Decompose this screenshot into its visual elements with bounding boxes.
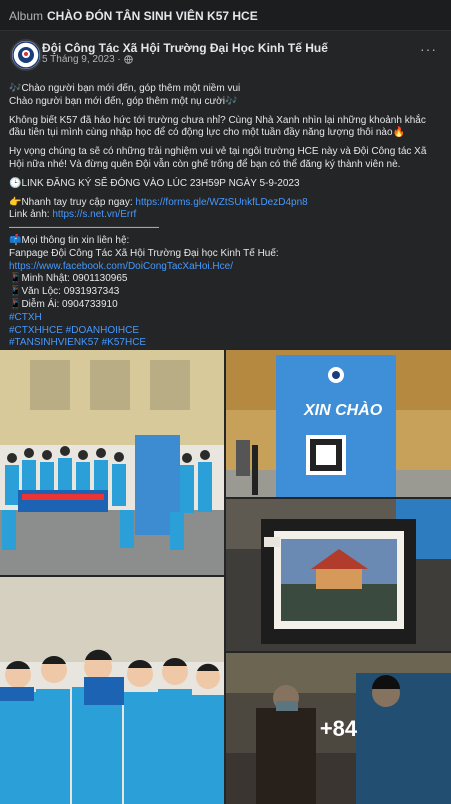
photo-more[interactable]: +84 xyxy=(226,653,451,804)
post-meta: 5 Tháng 9, 2023 · xyxy=(42,54,133,65)
banner-text: XIN CHÀO xyxy=(304,402,383,419)
music-note-icon: 🎶 xyxy=(224,95,238,107)
form-link[interactable]: https://forms.gle/WZtSUnkfLDezD4pn8 xyxy=(135,197,307,208)
text-line: 📱Diễm Ái: 0904733910 xyxy=(9,299,442,312)
album-header: Album CHÀO ĐÓN TÂN SINH VIÊN K57 HCE xyxy=(0,0,451,32)
photo-group-banner[interactable] xyxy=(0,350,224,575)
album-prefix: Album xyxy=(9,9,44,23)
text-line: 📱Minh Nhật: 0901130965 xyxy=(9,273,442,286)
text-l1: Chào người bạn mới đến, góp thêm một niề… xyxy=(21,83,241,94)
text-l6: Nhanh tay truy cập ngay: xyxy=(21,196,133,208)
text-l8: Mọi thông tin xin liên hệ: xyxy=(21,234,130,246)
fire-icon: 🔥 xyxy=(392,127,405,139)
more-photos-count[interactable]: +84 xyxy=(226,653,451,804)
photo-banner-closeup[interactable]: XIN CHÀO xyxy=(226,350,451,497)
text-l5: LINK ĐĂNG KÝ SẼ ĐÓNG VÀO LÚC 23H59P NGÀY… xyxy=(21,177,300,189)
photo-group-selfie[interactable] xyxy=(0,577,224,804)
text-l7: Link ảnh: xyxy=(9,209,50,221)
fanpage-link[interactable]: https://www.facebook.com/DoiCongTacXaHoi… xyxy=(9,261,442,274)
text-line: 📫Mọi thông tin xin liên hệ: xyxy=(9,235,442,248)
page-name[interactable]: Đội Công Tác Xã Hội Trường Đại Học Kinh … xyxy=(42,41,328,55)
post-text: 🎶Chào người bạn mới đến, góp thêm một ni… xyxy=(0,83,451,350)
album-title[interactable]: CHÀO ĐÓN TÂN SINH VIÊN K57 HCE xyxy=(47,9,258,23)
page-logo-icon xyxy=(12,41,40,69)
clock-icon: 🕒 xyxy=(9,177,22,189)
post-card: Đội Công Tác Xã Hội Trường Đại Học Kinh … xyxy=(0,30,451,804)
group-photo-image xyxy=(0,350,224,575)
pointing-hand-icon: 👉 xyxy=(9,196,22,208)
contact-1: Minh Nhật: 0901130965 xyxy=(21,273,128,285)
photo-grid: XIN CHÀO +84 xyxy=(0,350,451,804)
divider: ——————————————— xyxy=(9,222,159,234)
text-l2: Chào người bạn mới đến, góp thêm một nụ … xyxy=(9,95,225,107)
text-line: Không biết K57 đã háo hức tới trường chư… xyxy=(9,115,442,141)
contact-2: Văn Lộc: 0931937343 xyxy=(21,286,120,298)
phone-icon: 📱 xyxy=(9,286,22,298)
contact-3: Diễm Ái: 0904733910 xyxy=(21,298,118,310)
hashtag-line[interactable]: #CTXHHCE #DOANHOIHCE xyxy=(9,325,442,338)
text-line: 📱Văn Lộc: 0931937343 xyxy=(9,286,442,299)
avatar[interactable] xyxy=(10,39,42,71)
banner-closeup-image xyxy=(226,350,451,497)
hashtag-line[interactable]: #TANSINHVIENK57 #K57HCE xyxy=(9,337,442,350)
text-line: Chào người bạn mới đến, góp thêm một nụ … xyxy=(9,96,442,109)
text-line: 👉Nhanh tay truy cập ngay: https://forms.… xyxy=(9,197,442,210)
phone-icon: 📱 xyxy=(9,298,22,310)
post-header: Đội Công Tác Xã Hội Trường Đại Học Kinh … xyxy=(0,31,451,83)
hashtag-line[interactable]: #CTXH xyxy=(9,312,442,325)
globe-icon xyxy=(124,55,133,64)
text-l4: Hy vọng chúng ta sẽ có những trải nghiệm… xyxy=(9,146,427,170)
text-l3: Không biết K57 đã háo hức tới trường chư… xyxy=(9,114,426,139)
phone-icon: 📱 xyxy=(9,273,22,285)
text-line: 🕒LINK ĐĂNG KÝ SẼ ĐÓNG VÀO LÚC 23H59P NGÀ… xyxy=(9,178,442,191)
post-date[interactable]: 5 Tháng 9, 2023 · xyxy=(42,54,121,65)
group-selfie-image xyxy=(0,577,224,804)
more-options-icon[interactable]: ··· xyxy=(420,41,437,57)
mailbox-icon: 📫 xyxy=(9,234,22,246)
music-note-icon: 🎶 xyxy=(9,83,22,94)
text-line: Link ảnh: https://s.net.vn/Errf xyxy=(9,209,442,222)
text-line: 🎶Chào người bạn mới đến, góp thêm một ni… xyxy=(9,83,442,96)
text-l9: Fanpage Đội Công Tác Xã Hội Trường Đại h… xyxy=(9,247,279,259)
photo-frame-image xyxy=(226,499,451,651)
photo-link[interactable]: https://s.net.vn/Errf xyxy=(52,209,136,220)
photo-frame[interactable] xyxy=(226,499,451,651)
